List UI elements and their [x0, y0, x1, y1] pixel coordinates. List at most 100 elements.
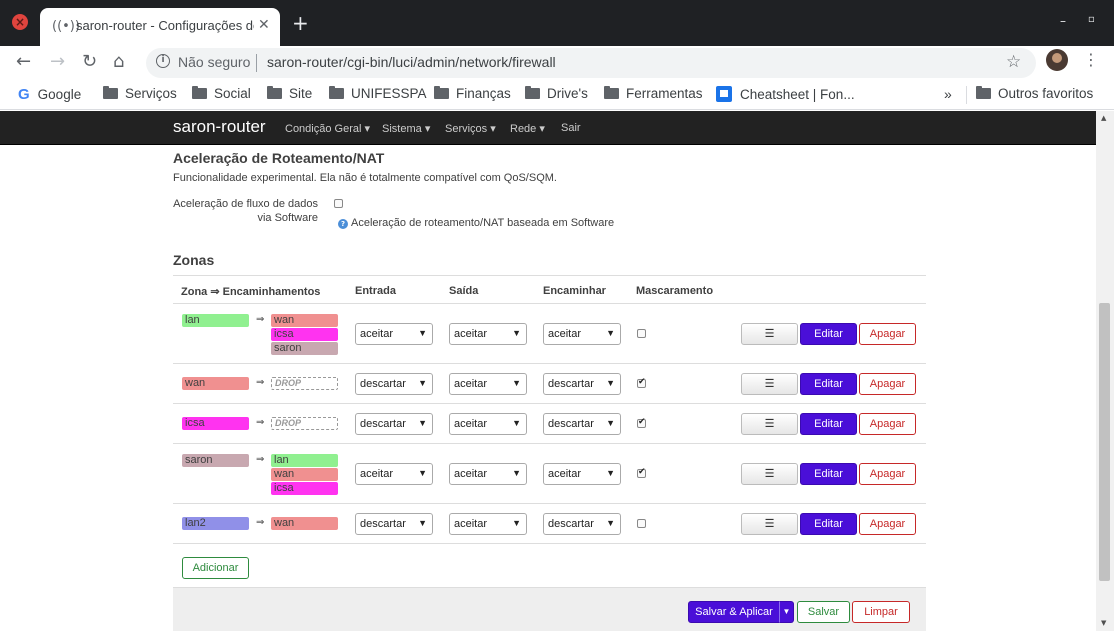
bookmark-other-favorites[interactable]: Outros favoritos [976, 86, 1093, 101]
offload-checkbox[interactable] [334, 199, 343, 208]
delete-button[interactable]: Apagar [859, 413, 916, 435]
menu-sistema[interactable]: Sistema ▾ [382, 122, 430, 135]
output-policy-select[interactable]: aceitar ▼ [449, 463, 527, 485]
header-output: Saída [449, 285, 479, 297]
bookmarks-overflow-icon[interactable]: » [944, 86, 952, 102]
url-text[interactable]: saron-router/cgi-bin/luci/admin/network/… [267, 54, 556, 70]
offload-title: Aceleração de Roteamento/NAT [173, 150, 385, 166]
output-policy-select[interactable]: aceitar ▼ [449, 413, 527, 435]
menu-condicao-geral[interactable]: Condição Geral ▾ [285, 122, 370, 135]
page-scrollbar[interactable]: ▲ ▼ [1096, 111, 1114, 631]
output-policy-select[interactable]: aceitar ▼ [449, 373, 527, 395]
reset-button[interactable]: Limpar [852, 601, 910, 623]
menu-rede[interactable]: Rede ▾ [510, 122, 545, 135]
forward-policy-select[interactable]: descartar ▼ [543, 513, 621, 535]
tab-title: saron-router - Configurações de [76, 18, 254, 33]
forward-arrow: ⇒ [256, 454, 265, 465]
row-border [173, 403, 926, 404]
forward-policy-select[interactable]: descartar ▼ [543, 373, 621, 395]
folder-icon [192, 86, 207, 99]
header-bottom-border [173, 303, 926, 304]
select-arrow-icon: ▼ [512, 468, 521, 478]
window-maximize-button[interactable]: ▫ [1088, 14, 1095, 25]
back-button[interactable]: ← [16, 52, 31, 72]
forward-button[interactable]: → [50, 52, 65, 72]
info-icon[interactable]: i [156, 54, 170, 68]
profile-avatar[interactable] [1046, 49, 1068, 71]
offload-option-label: Aceleração de fluxo de dados via Softwar… [173, 198, 318, 224]
home-button[interactable]: ⌂ [113, 52, 124, 72]
edit-button[interactable]: Editar [800, 373, 857, 395]
bookmark-star-icon[interactable]: ☆ [1006, 52, 1021, 72]
bookmark-financas[interactable]: Finanças [434, 86, 511, 101]
forward-policy-select[interactable]: descartar ▼ [543, 413, 621, 435]
menu-servicos[interactable]: Serviços ▾ [445, 122, 496, 135]
input-policy-select[interactable]: descartar ▼ [355, 513, 433, 535]
tab-close-icon[interactable]: ✕ [258, 17, 270, 33]
bookmark-site[interactable]: Site [267, 86, 312, 101]
output-policy-select[interactable]: aceitar ▼ [449, 513, 527, 535]
new-tab-button[interactable]: + [292, 13, 309, 33]
reload-button[interactable]: ↻ [82, 52, 97, 72]
select-arrow-icon: ▼ [418, 418, 427, 428]
folder-icon [329, 86, 344, 99]
zone-badge: lan2 [182, 517, 249, 530]
select-value: descartar [548, 518, 594, 530]
save-button[interactable]: Salvar [797, 601, 850, 623]
folder-icon [103, 86, 118, 99]
output-policy-select[interactable]: aceitar ▼ [449, 323, 527, 345]
edit-button[interactable]: Editar [800, 463, 857, 485]
select-value: aceitar [454, 378, 488, 390]
address-bar[interactable]: i Não seguro saron-router/cgi-bin/luci/a… [146, 48, 1036, 78]
brand-link[interactable]: saron-router [173, 117, 266, 137]
menu-sair[interactable]: Sair [561, 122, 581, 134]
edit-button[interactable]: Editar [800, 413, 857, 435]
masquerade-checkbox[interactable] [637, 417, 646, 428]
input-policy-select[interactable]: aceitar ▼ [355, 323, 433, 345]
edit-button[interactable]: Editar [800, 323, 857, 345]
row-menu-button[interactable]: ☰ [741, 513, 798, 535]
input-policy-select[interactable]: aceitar ▼ [355, 463, 433, 485]
window-minimize-button[interactable]: – [1060, 14, 1066, 28]
bookmark-google[interactable]: G Google [18, 86, 81, 103]
forward-policy-select[interactable]: aceitar ▼ [543, 323, 621, 345]
input-policy-select[interactable]: descartar ▼ [355, 373, 433, 395]
add-zone-button[interactable]: Adicionar [182, 557, 249, 579]
bookmark-drives[interactable]: Drive's [525, 86, 588, 101]
delete-button[interactable]: Apagar [859, 463, 916, 485]
window-close-button[interactable]: × [12, 14, 28, 30]
select-arrow-icon: ▼ [606, 468, 615, 478]
save-apply-button[interactable]: Salvar & Aplicar [688, 601, 780, 623]
select-value: descartar [360, 378, 406, 390]
masquerade-checkbox[interactable] [637, 519, 646, 528]
delete-button[interactable]: Apagar [859, 513, 916, 535]
save-apply-dropdown-icon[interactable]: ▼ [779, 601, 794, 623]
select-arrow-icon: ▼ [606, 328, 615, 338]
row-menu-button[interactable]: ☰ [741, 373, 798, 395]
browser-tab[interactable]: ((•)) saron-router - Configurações de ✕ [40, 8, 280, 46]
masquerade-checkbox[interactable] [637, 329, 646, 338]
delete-button[interactable]: Apagar [859, 373, 916, 395]
scroll-up-icon[interactable]: ▲ [1101, 114, 1106, 122]
select-value: aceitar [454, 468, 488, 480]
edit-button[interactable]: Editar [800, 513, 857, 535]
row-menu-button[interactable]: ☰ [741, 323, 798, 345]
select-arrow-icon: ▼ [418, 378, 427, 388]
row-menu-button[interactable]: ☰ [741, 463, 798, 485]
forward-policy-select[interactable]: aceitar ▼ [543, 463, 621, 485]
scroll-down-icon[interactable]: ▼ [1101, 619, 1106, 627]
scrollbar-thumb[interactable] [1099, 303, 1110, 581]
masquerade-checkbox[interactable] [637, 377, 646, 388]
bookmark-servicos[interactable]: Serviços [103, 86, 177, 101]
bookmark-social[interactable]: Social [192, 86, 251, 101]
browser-menu-icon[interactable]: ⋮ [1083, 50, 1099, 69]
bookmark-unifesspa[interactable]: UNIFESSPA [329, 86, 427, 101]
row-border [173, 443, 926, 444]
row-menu-button[interactable]: ☰ [741, 413, 798, 435]
masquerade-checkbox[interactable] [637, 467, 646, 478]
bookmark-ferramentas[interactable]: Ferramentas [604, 86, 703, 101]
input-policy-select[interactable]: descartar ▼ [355, 413, 433, 435]
header-input: Entrada [355, 285, 396, 297]
delete-button[interactable]: Apagar [859, 323, 916, 345]
bookmark-cheatsheet[interactable]: Cheatsheet | Fon... [716, 86, 855, 102]
